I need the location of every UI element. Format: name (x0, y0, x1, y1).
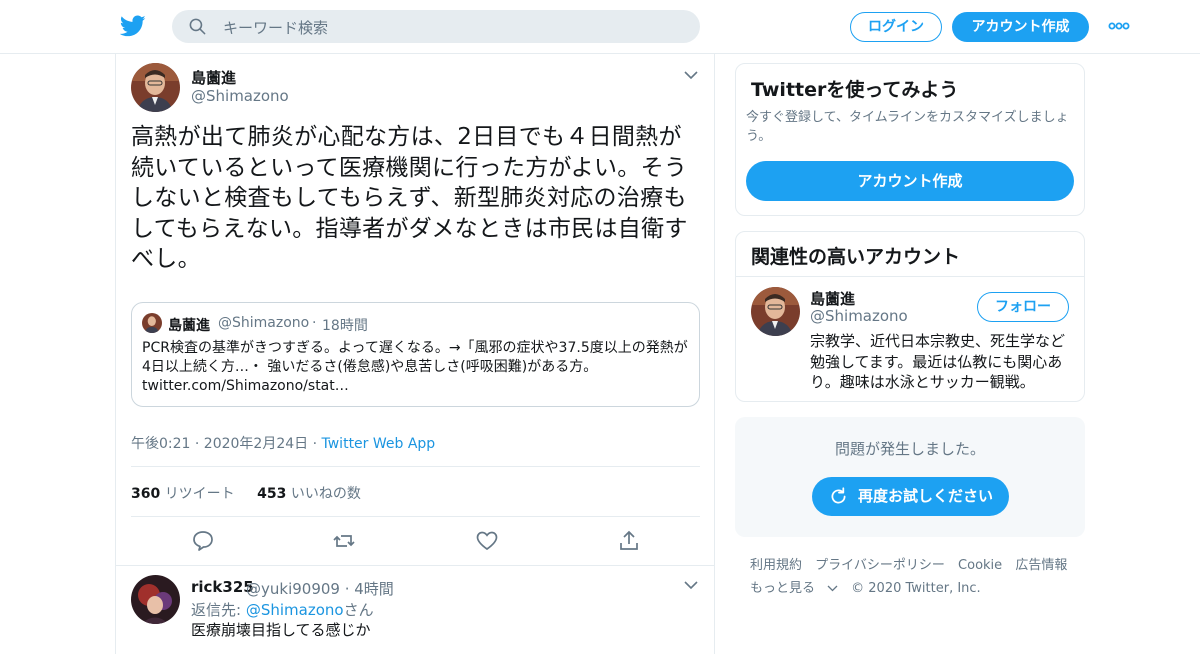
author-handle[interactable]: @Shimazono (191, 87, 289, 105)
footer-more-link[interactable]: もっと見る (750, 581, 838, 596)
divider (736, 276, 1084, 277)
reply-icon[interactable] (191, 529, 215, 553)
signup-button[interactable]: アカウント作成 (952, 12, 1089, 42)
tweet-stats: 360 リツイート 453 いいねの数 (131, 483, 361, 503)
refresh-icon (831, 487, 846, 504)
twitter-bird-icon[interactable] (120, 13, 146, 39)
related-account-handle[interactable]: @Shimazono (810, 307, 908, 325)
top-bar: キーワード検索 ログイン アカウント作成 (0, 0, 1200, 54)
chevron-down-icon[interactable] (684, 70, 698, 80)
tweet-meta: 午後0:21 · 2020年2月24日 · Twitter Web App (131, 433, 435, 453)
footer: 利用規約 プライバシーポリシー Cookie 広告情報 もっと見る © 2020… (750, 554, 1080, 600)
like-heart-icon[interactable] (475, 529, 499, 553)
reply-author-handle[interactable]: @yuki90909 · 4時間 (246, 578, 394, 599)
error-message: 問題が発生しました。 (834, 440, 985, 458)
search-placeholder: キーワード検索 (223, 19, 329, 37)
signup-card-title: Twitterを使ってみよう (751, 79, 959, 101)
signup-card-description: 今すぐ登録して、タイムラインをカスタマイズしましょう。 (746, 110, 1069, 144)
author-name[interactable]: 島薗進 (191, 67, 236, 88)
like-count[interactable]: 453 (257, 486, 286, 502)
follow-button[interactable]: フォロー (977, 292, 1069, 322)
related-account-bio: 宗教学、近代日本宗教史、死生学など勉強してます。最近は仏教にも関心あり。趣味は水… (810, 332, 1066, 391)
related-accounts-card: 関連性の高いアカウント 島薗進 @Shimazono フォロー 宗教学、近代日本… (735, 231, 1085, 402)
chevron-down-icon (827, 585, 838, 592)
related-avatar[interactable] (751, 287, 800, 336)
footer-ads-link[interactable]: 広告情報 (1015, 558, 1067, 573)
avatar[interactable] (131, 63, 180, 112)
signup-card-button[interactable]: アカウント作成 (746, 161, 1074, 201)
reply-suffix: さん (343, 601, 374, 619)
tweet-timestamp[interactable]: 午後0:21 · 2020年2月24日 · (131, 436, 322, 452)
retweet-icon[interactable] (332, 529, 356, 553)
footer-cookie-link[interactable]: Cookie (958, 558, 1002, 573)
signup-card: Twitterを使ってみよう 今すぐ登録して、タイムラインをカスタマイズしましょ… (735, 63, 1085, 216)
copyright: © 2020 Twitter, Inc. (851, 581, 981, 596)
retweet-count[interactable]: 360 (131, 486, 160, 502)
footer-more-label: もっと見る (750, 581, 816, 596)
footer-terms-link[interactable]: 利用規約 (750, 558, 802, 573)
reply-mention-link[interactable]: @Shimazono (246, 601, 344, 619)
reply-prefix: 返信先: (191, 601, 246, 619)
like-label[interactable]: いいねの数 (291, 486, 361, 502)
share-icon[interactable] (617, 529, 641, 553)
quoted-separator: · (312, 315, 317, 331)
more-dots-icon[interactable] (1108, 16, 1130, 36)
related-account-name[interactable]: 島薗進 (810, 288, 855, 309)
quoted-author-name: 島薗進 (168, 318, 210, 334)
main-timeline: 島薗進 @Shimazono 高熱が出て肺炎が心配な方は、2日目でも４日間熱が続… (115, 54, 715, 654)
search-input[interactable]: キーワード検索 (172, 10, 700, 43)
login-button[interactable]: ログイン (850, 12, 942, 42)
retweet-label[interactable]: リツイート (165, 486, 235, 502)
reply-author-name[interactable]: rick325 (191, 578, 254, 596)
quoted-author-handle: @Shimazono (218, 315, 310, 331)
source-app-link[interactable]: Twitter Web App (322, 436, 436, 452)
reply-avatar[interactable] (131, 575, 180, 624)
retry-label: 再度お試しください (858, 487, 994, 505)
error-panel: 問題が発生しました。 再度お試しください (735, 417, 1085, 537)
reply-context: 返信先: @Shimazonoさん (191, 599, 374, 620)
retry-button[interactable]: 再度お試しください (812, 477, 1009, 516)
quoted-tweet[interactable]: 島薗進 @Shimazono · 18時間 PCR検査の基準がきつすぎる。よって… (131, 302, 700, 407)
related-accounts-title: 関連性の高いアカウント (751, 246, 961, 268)
search-icon (189, 18, 206, 35)
divider (116, 565, 714, 566)
divider (131, 516, 700, 517)
divider (131, 466, 700, 467)
quoted-text: PCR検査の基準がきつすぎる。よって遅くなる。→「風邪の症状や37.5度以上の発… (142, 340, 688, 394)
quoted-time: 18時間 (322, 318, 368, 334)
tweet-text: 高熱が出て肺炎が心配な方は、2日目でも４日間熱が続いているといって医療機関に行っ… (131, 124, 688, 272)
quoted-avatar (142, 313, 162, 333)
footer-privacy-link[interactable]: プライバシーポリシー (815, 558, 945, 573)
chevron-down-icon[interactable] (684, 580, 698, 590)
